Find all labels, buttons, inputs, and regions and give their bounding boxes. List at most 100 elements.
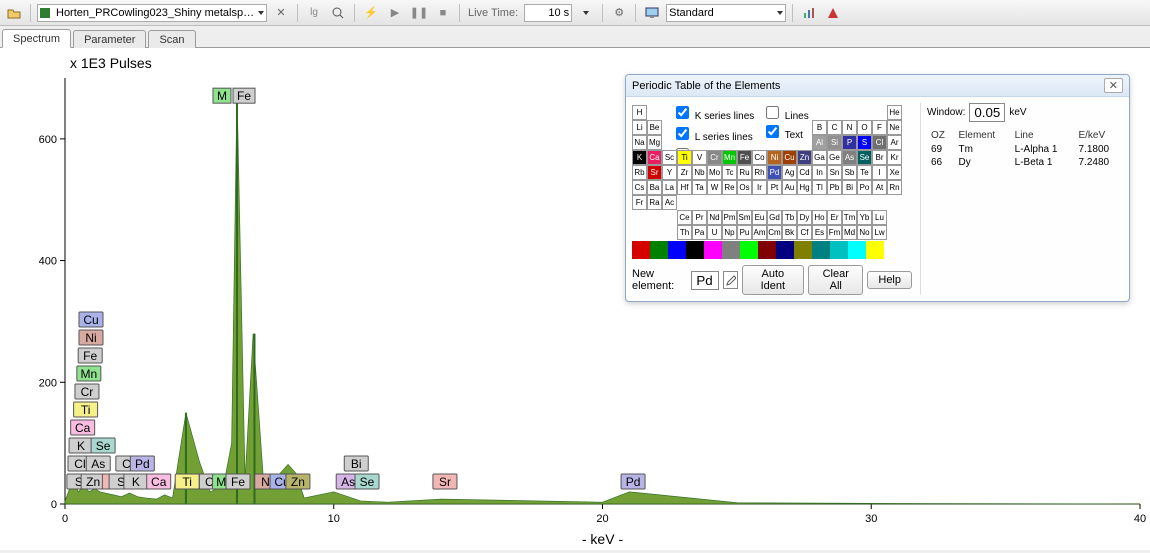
element-Ne[interactable]: Ne	[887, 120, 902, 135]
tab-spectrum[interactable]: Spectrum	[2, 29, 71, 48]
element-Ga[interactable]: Ga	[812, 150, 827, 165]
element-B[interactable]: B	[812, 120, 827, 135]
element-Sn[interactable]: Sn	[827, 165, 842, 180]
element-Yb[interactable]: Yb	[857, 210, 872, 225]
pause-icon[interactable]: ❚❚	[409, 3, 429, 23]
triangle-icon[interactable]	[823, 3, 843, 23]
color-swatch[interactable]	[632, 241, 650, 259]
element-I[interactable]: I	[872, 165, 887, 180]
element-Md[interactable]: Md	[842, 225, 857, 240]
element-Br[interactable]: Br	[872, 150, 887, 165]
element-Fr[interactable]: Fr	[632, 195, 647, 210]
element-Al[interactable]: Al	[812, 135, 827, 150]
element-Ca[interactable]: Ca	[647, 150, 662, 165]
element-Si[interactable]: Si	[827, 135, 842, 150]
element-Ag[interactable]: Ag	[782, 165, 797, 180]
file-dropdown[interactable]: Horten_PRCowling023_Shiny metalspot ext	[37, 4, 267, 22]
live-time-dropdown[interactable]	[576, 3, 596, 23]
element-Fm[interactable]: Fm	[827, 225, 842, 240]
element-Rn[interactable]: Rn	[887, 180, 902, 195]
element-Nd[interactable]: Nd	[707, 210, 722, 225]
element-Se[interactable]: Se	[857, 150, 872, 165]
element-At[interactable]: At	[872, 180, 887, 195]
tab-parameter[interactable]: Parameter	[73, 30, 146, 48]
element-Cm[interactable]: Cm	[767, 225, 782, 240]
table-row[interactable]: 66DyL-Beta 17.2480	[927, 156, 1123, 169]
color-bar[interactable]	[632, 241, 912, 259]
element-Tb[interactable]: Tb	[782, 210, 797, 225]
element-As[interactable]: As	[842, 150, 857, 165]
color-swatch[interactable]	[848, 241, 866, 259]
color-swatch[interactable]	[776, 241, 794, 259]
color-swatch[interactable]	[794, 241, 812, 259]
color-swatch[interactable]	[812, 241, 830, 259]
element-Tm[interactable]: Tm	[842, 210, 857, 225]
display-icon[interactable]	[642, 3, 662, 23]
element-K[interactable]: K	[632, 150, 647, 165]
element-C[interactable]: C	[827, 120, 842, 135]
live-time-input[interactable]	[524, 4, 572, 22]
play-icon[interactable]: ▶	[385, 3, 405, 23]
element-Ni[interactable]: Ni	[767, 150, 782, 165]
element-H[interactable]: H	[632, 105, 647, 120]
tab-scan[interactable]: Scan	[148, 30, 195, 48]
element-Au[interactable]: Au	[782, 180, 797, 195]
element-O[interactable]: O	[857, 120, 872, 135]
element-Ac[interactable]: Ac	[662, 195, 677, 210]
element-Lu[interactable]: Lu	[872, 210, 887, 225]
color-swatch[interactable]	[722, 241, 740, 259]
element-Pd[interactable]: Pd	[767, 165, 782, 180]
element-Mg[interactable]: Mg	[647, 135, 662, 150]
element-Ba[interactable]: Ba	[647, 180, 662, 195]
element-Rh[interactable]: Rh	[752, 165, 767, 180]
element-Cf[interactable]: Cf	[797, 225, 812, 240]
element-Cs[interactable]: Cs	[632, 180, 647, 195]
element-Sr[interactable]: Sr	[647, 165, 662, 180]
element-Ra[interactable]: Ra	[647, 195, 662, 210]
color-swatch[interactable]	[650, 241, 668, 259]
stop-icon[interactable]: ■	[433, 3, 453, 23]
element-Sb[interactable]: Sb	[842, 165, 857, 180]
color-swatch[interactable]	[866, 241, 884, 259]
open-icon[interactable]	[4, 3, 24, 23]
auto-ident-button[interactable]: Auto Ident	[742, 265, 805, 295]
element-Cr[interactable]: Cr	[707, 150, 722, 165]
element-Ta[interactable]: Ta	[692, 180, 707, 195]
clear-all-button[interactable]: Clear All	[808, 265, 863, 295]
element-Mo[interactable]: Mo	[707, 165, 722, 180]
help-button[interactable]: Help	[867, 271, 912, 289]
element-Ge[interactable]: Ge	[827, 150, 842, 165]
element-V[interactable]: V	[692, 150, 707, 165]
color-swatch[interactable]	[740, 241, 758, 259]
element-Te[interactable]: Te	[857, 165, 872, 180]
element-Xe[interactable]: Xe	[887, 165, 902, 180]
color-swatch[interactable]	[758, 241, 776, 259]
window-input[interactable]	[969, 103, 1005, 122]
element-Fe[interactable]: Fe	[737, 150, 752, 165]
element-Pt[interactable]: Pt	[767, 180, 782, 195]
element-P[interactable]: P	[842, 135, 857, 150]
element-In[interactable]: In	[812, 165, 827, 180]
pipette-icon[interactable]	[723, 271, 738, 289]
element-Th[interactable]: Th	[677, 225, 692, 240]
mode-dropdown[interactable]: Standard	[666, 4, 786, 22]
element-Ru[interactable]: Ru	[737, 165, 752, 180]
element-He[interactable]: He	[887, 105, 902, 120]
element-Sm[interactable]: Sm	[737, 210, 752, 225]
element-Gd[interactable]: Gd	[767, 210, 782, 225]
element-Ti[interactable]: Ti	[677, 150, 692, 165]
element-Tl[interactable]: Tl	[812, 180, 827, 195]
element-Am[interactable]: Am	[752, 225, 767, 240]
color-swatch[interactable]	[686, 241, 704, 259]
element-Dy[interactable]: Dy	[797, 210, 812, 225]
element-Ce[interactable]: Ce	[677, 210, 692, 225]
close-file-icon[interactable]: ✕	[271, 3, 291, 23]
element-Pa[interactable]: Pa	[692, 225, 707, 240]
element-Zn[interactable]: Zn	[797, 150, 812, 165]
gear-icon[interactable]: ⚙	[609, 3, 629, 23]
element-U[interactable]: U	[707, 225, 722, 240]
zoom-icon[interactable]	[328, 3, 348, 23]
element-Zr[interactable]: Zr	[677, 165, 692, 180]
element-Os[interactable]: Os	[737, 180, 752, 195]
table-row[interactable]: 69TmL-Alpha 17.1800	[927, 143, 1123, 156]
